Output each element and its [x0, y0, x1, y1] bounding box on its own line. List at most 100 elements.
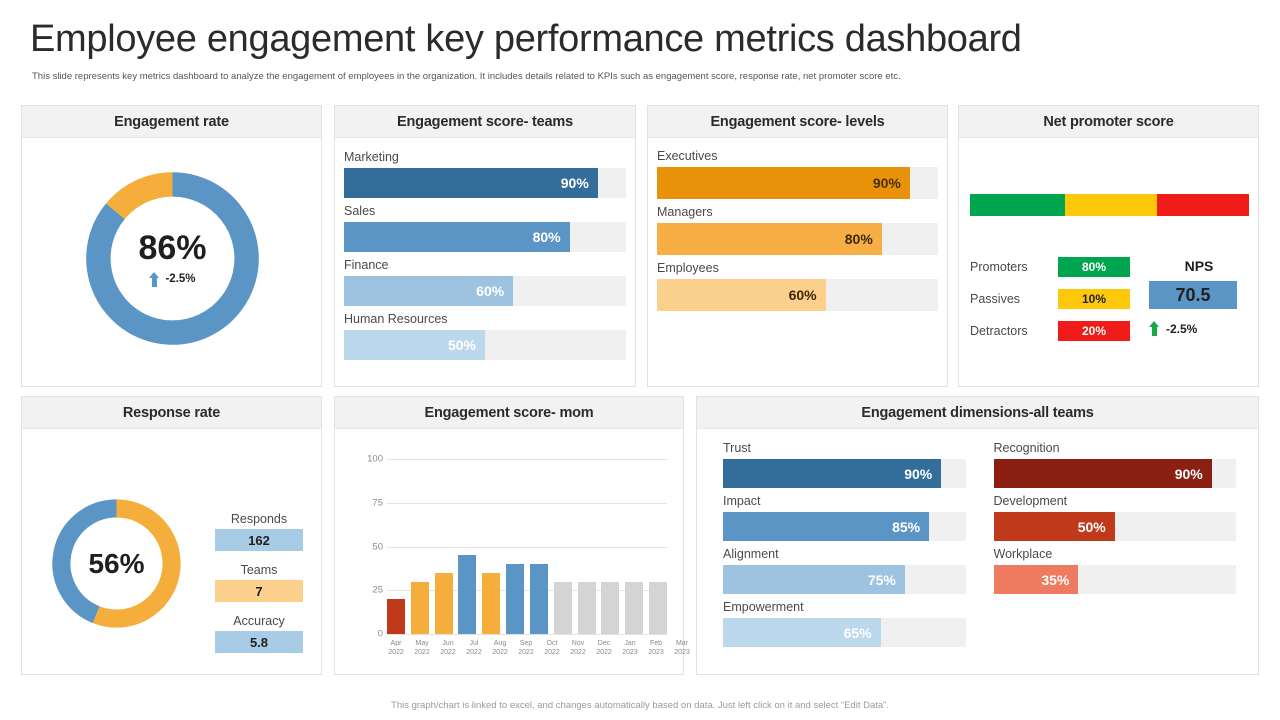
gauge-segment	[970, 194, 1065, 216]
bar-fill: 90%	[723, 459, 942, 488]
dimensions-column-right: Recognition 90% Development 50% Workplace 35%	[993, 441, 1236, 653]
bar-value-label: 90%	[1174, 465, 1203, 482]
dashboard-slide: Employee engagement key performance metr…	[0, 0, 1280, 720]
panel-engagement-score-mom: Engagement score- mom 0 25 50 75 100 Apr 2022…	[334, 396, 690, 675]
bar-track: 35%	[993, 565, 1236, 594]
bar-value-label: 90%	[872, 175, 901, 191]
bar-value-label: 85%	[892, 518, 921, 535]
column-bar	[410, 581, 429, 634]
panel-body-score-mom: 0 25 50 75 100 Apr 2022 May 2022 Jun 2022 Jul 2022 A…	[335, 429, 690, 675]
panel-title-score-levels: Engagement score- levels	[710, 113, 885, 130]
y-axis-tick-label: 25	[372, 584, 383, 596]
panel-response-rate: Response rate 56% Responds 162 Teams 7 Accur…	[21, 396, 322, 675]
stat-value: 7	[215, 580, 303, 602]
bar-category-label: Employees	[657, 261, 719, 275]
nps-value-chip: 10%	[1058, 289, 1130, 309]
bar-row: Recognition 90%	[993, 441, 1236, 488]
bar-category-label: Sales	[344, 204, 376, 218]
x-axis-tick-label: Jun 2022	[440, 640, 456, 657]
score-mom-column-chart: 0 25 50 75 100	[359, 454, 667, 640]
dimensions-column-left: Trust 90% Impact 85% Alignment 75% Empowerment…	[723, 441, 966, 653]
bar-track: 60%	[657, 279, 938, 311]
bar-track: 60%	[344, 276, 626, 306]
stat-value: 5.8	[215, 631, 303, 653]
bar-fill: 90%	[993, 459, 1212, 488]
column-bar	[553, 581, 572, 634]
bar-track: 80%	[657, 223, 938, 255]
column-bar	[482, 572, 501, 634]
bar-fill: 85%	[723, 512, 930, 541]
column-bar	[648, 581, 667, 634]
gridline	[387, 634, 667, 635]
response-rate-stat: Teams 7	[215, 563, 303, 602]
panel-engagement-dimensions: Engagement dimensions-all teams Trust 90%…	[696, 396, 1259, 675]
panel-header-score-levels: Engagement score- levels	[648, 106, 947, 138]
bar-value-label: 60%	[476, 283, 505, 299]
panel-header-engagement-rate: Engagement rate	[22, 106, 321, 138]
panel-header-nps: Net promoter score	[959, 106, 1258, 138]
bar-category-label: Executives	[657, 149, 718, 163]
panel-body-nps: Promoters 80% Passives 10% Detractors 20% NPS…	[959, 138, 1258, 387]
bar-category-label: Managers	[657, 205, 713, 219]
bar-fill: 50%	[993, 512, 1115, 541]
x-axis-tick-label: Mar 2023	[674, 640, 690, 657]
x-axis-tick-label: Feb 2023	[648, 640, 664, 657]
bar-fill: 50%	[344, 330, 485, 360]
bar-track: 50%	[993, 512, 1236, 541]
nps-legend: Promoters 80% Passives 10% Detractors 20%	[970, 257, 1135, 353]
bar-row: Empowerment 65%	[723, 600, 966, 647]
nps-gauge-bar	[970, 194, 1249, 216]
page-subtitle: This slide represents key metrics dashbo…	[32, 71, 901, 82]
nps-legend-row: Promoters 80%	[970, 257, 1135, 277]
response-rate-donut-chart: 56%	[44, 491, 189, 636]
bar-row: Development 50%	[993, 494, 1236, 541]
chart-x-axis-labels: Apr 2022 May 2022 Jun 2022 Jul 2022 Aug 2022 Sep 20…	[387, 639, 691, 658]
bar-fill: 80%	[657, 223, 882, 255]
x-axis-tick-label: Jul 2022	[466, 640, 482, 657]
column-bar	[458, 555, 477, 634]
bar-track: 90%	[344, 168, 626, 198]
bar-value-label: 80%	[532, 229, 561, 245]
panel-body-dimensions: Trust 90% Impact 85% Alignment 75% Empowerment…	[697, 429, 1258, 653]
x-axis-tick-label: Jan 2023	[622, 640, 638, 657]
column-bar	[529, 564, 548, 634]
bar-track: 90%	[993, 459, 1236, 488]
panel-title-score-mom: Engagement score- mom	[424, 404, 594, 421]
nps-legend-label: Detractors	[970, 324, 1028, 338]
y-axis-tick-label: 75	[372, 497, 383, 509]
panel-title-response-rate: Response rate	[122, 404, 221, 421]
y-axis-tick-label: 100	[367, 453, 383, 465]
bar-category-label: Impact	[723, 494, 761, 508]
nps-caption: NPS	[1184, 258, 1214, 274]
bar-value-label: 75%	[867, 571, 896, 588]
column-bar	[506, 564, 525, 634]
bar-fill: 60%	[657, 279, 826, 311]
bar-track: 85%	[723, 512, 966, 541]
nps-legend-label: Passives	[970, 292, 1021, 306]
bar-category-label: Marketing	[344, 150, 399, 164]
bar-category-label: Workplace	[993, 547, 1053, 561]
page-title: Employee engagement key performance metr…	[30, 18, 1022, 60]
panel-body-engagement-rate: 86% -2.5%	[22, 138, 321, 387]
bar-value-label: 90%	[560, 175, 589, 191]
bar-value-label: 50%	[1077, 518, 1106, 535]
bar-row: Human Resources 50%	[344, 312, 626, 360]
nps-legend-row: Passives 10%	[970, 289, 1135, 309]
panel-engagement-score-levels: Engagement score- levels Executives 90% Ma…	[647, 105, 948, 387]
bar-value-label: 80%	[844, 231, 873, 247]
up-arrow-icon	[149, 271, 160, 287]
y-axis-tick-label: 50	[372, 541, 383, 552]
column-bar	[625, 581, 644, 634]
bar-row: Executives 90%	[657, 149, 938, 199]
panel-net-promoter-score: Net promoter score Promoters 80% Passives 1…	[958, 105, 1259, 387]
engagement-rate-delta: -2.5%	[149, 271, 196, 287]
bar-row: Impact 85%	[723, 494, 966, 541]
panel-header-score-teams: Engagement score- teams	[335, 106, 635, 138]
response-rate-value: 56%	[88, 547, 145, 579]
nps-delta: -2.5%	[1149, 321, 1249, 336]
x-axis-tick-label: Sep 2022	[518, 640, 534, 657]
engagement-rate-value: 86%	[138, 228, 207, 267]
nps-legend-row: Detractors 20%	[970, 321, 1135, 341]
bar-category-label: Empowerment	[723, 600, 804, 614]
bar-category-label: Development	[993, 494, 1068, 508]
